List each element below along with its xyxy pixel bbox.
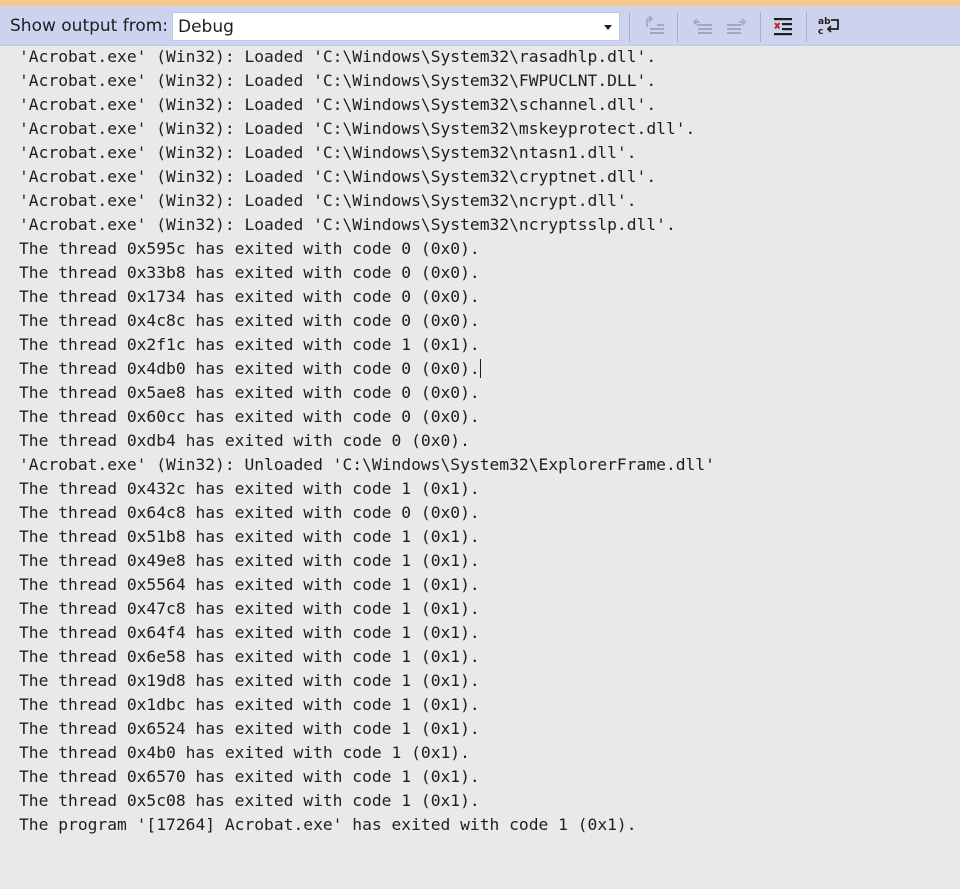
clear-all-button[interactable] [769, 12, 797, 40]
output-line: The thread 0x432c has exited with code 1… [19, 479, 480, 498]
previous-message-button[interactable] [689, 12, 717, 40]
output-line: The thread 0x5ae8 has exited with code 0… [19, 383, 480, 402]
toggle-word-wrap-button[interactable]: ab c [815, 12, 843, 40]
chevron-down-icon[interactable] [604, 25, 612, 30]
output-line: The thread 0x6570 has exited with code 1… [19, 767, 480, 786]
output-line: The thread 0x6524 has exited with code 1… [19, 719, 480, 738]
output-line: The thread 0x5564 has exited with code 1… [19, 575, 480, 594]
output-line: The thread 0x6e58 has exited with code 1… [19, 647, 480, 666]
output-line: 'Acrobat.exe' (Win32): Loaded 'C:\Window… [19, 215, 676, 234]
output-line: 'Acrobat.exe' (Win32): Loaded 'C:\Window… [19, 191, 637, 210]
output-line: The thread 0x49e8 has exited with code 1… [19, 551, 480, 570]
output-text-area[interactable]: 'Acrobat.exe' (Win32): Loaded 'C:\Window… [19, 33, 949, 883]
text-caret [479, 359, 482, 378]
output-line: The thread 0x1734 has exited with code 0… [19, 287, 480, 306]
output-line: 'Acrobat.exe' (Win32): Loaded 'C:\Window… [19, 47, 657, 66]
output-line: The thread 0x5c08 has exited with code 1… [19, 791, 480, 810]
clear-all-icon [774, 18, 792, 36]
toolbar-separator [760, 12, 761, 42]
output-line: The thread 0x4db0 has exited with code 0… [19, 359, 482, 378]
output-line: 'Acrobat.exe' (Win32): Loaded 'C:\Window… [19, 71, 657, 90]
output-line: The thread 0x64f4 has exited with code 1… [19, 623, 480, 642]
output-line: 'Acrobat.exe' (Win32): Loaded 'C:\Window… [19, 167, 657, 186]
output-line: The thread 0x64c8 has exited with code 0… [19, 503, 480, 522]
output-line: The thread 0x33b8 has exited with code 0… [19, 263, 480, 282]
output-line: The thread 0x60cc has exited with code 0… [19, 407, 480, 426]
toolbar-separator [806, 12, 807, 42]
output-source-select[interactable]: Debug [172, 12, 620, 41]
word-wrap-icon: ab c [818, 17, 839, 37]
show-output-from-label: Show output from: [10, 16, 169, 36]
output-line: The thread 0x47c8 has exited with code 1… [19, 599, 480, 618]
find-in-code-icon [646, 15, 664, 34]
find-message-in-code-button[interactable] [641, 12, 669, 40]
output-line: 'Acrobat.exe' (Win32): Unloaded 'C:\Wind… [19, 455, 715, 474]
output-line: The thread 0x1dbc has exited with code 1… [19, 695, 480, 714]
output-line: The thread 0x595c has exited with code 0… [19, 239, 480, 258]
toolbar-separator [629, 12, 630, 42]
output-line: 'Acrobat.exe' (Win32): Loaded 'C:\Window… [19, 119, 696, 138]
output-line: 'Acrobat.exe' (Win32): Loaded 'C:\Window… [19, 95, 657, 114]
output-line: The thread 0x19d8 has exited with code 1… [19, 671, 480, 690]
output-toolbar: Show output from: Debug ab c [0, 6, 960, 46]
next-message-button[interactable] [722, 12, 750, 40]
output-line: The thread 0x2f1c has exited with code 1… [19, 335, 480, 354]
output-lines: 'Acrobat.exe' (Win32): Loaded 'C:\Window… [19, 45, 949, 837]
output-line: The thread 0xdb4 has exited with code 0 … [19, 431, 470, 450]
output-line: 'Acrobat.exe' (Win32): Loaded 'C:\Window… [19, 143, 637, 162]
go-to-next-icon [727, 18, 747, 34]
output-line: The program '[17264] Acrobat.exe' has ex… [19, 815, 637, 834]
toolbar-separator [677, 12, 678, 42]
svg-text:ab: ab [818, 17, 831, 27]
output-line: The thread 0x51b8 has exited with code 1… [19, 527, 480, 546]
output-source-value: Debug [178, 17, 234, 37]
go-to-previous-icon [692, 18, 712, 34]
svg-text:c: c [818, 27, 823, 37]
output-line: The thread 0x4b0 has exited with code 1 … [19, 743, 470, 762]
output-line: The thread 0x4c8c has exited with code 0… [19, 311, 480, 330]
